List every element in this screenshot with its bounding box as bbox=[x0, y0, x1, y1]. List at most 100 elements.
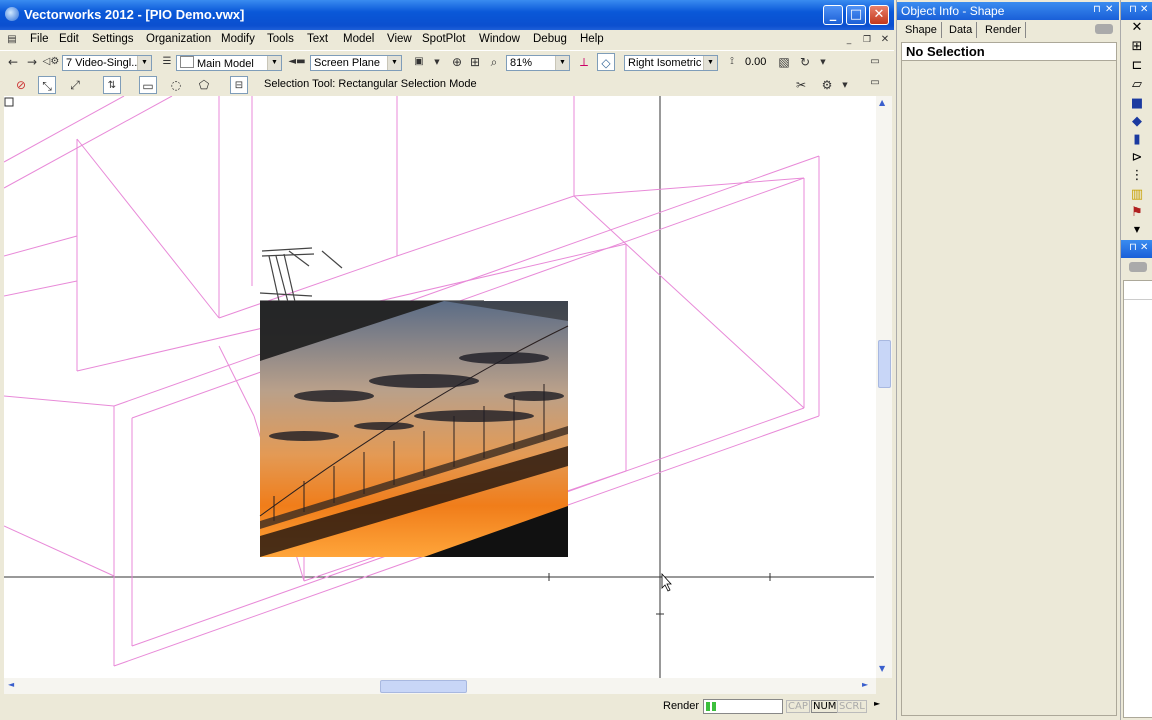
menu-text[interactable]: Text bbox=[307, 33, 328, 45]
pin-icon[interactable]: ⊓ bbox=[1093, 4, 1101, 15]
num-lock-indicator: NUM bbox=[811, 700, 839, 713]
vertical-scrollbar[interactable]: ▲ ▼ bbox=[876, 96, 892, 678]
view-bar: ← → ◁⚙ 7 Video-Singl... ▼ ☰ Main Model ▼ ◄… bbox=[0, 50, 894, 75]
multi-object-mode-icon[interactable]: ⤢ bbox=[66, 76, 84, 94]
cable-tool-icon[interactable]: ⚑ bbox=[1129, 205, 1145, 221]
tab-shape[interactable]: Shape bbox=[901, 22, 942, 38]
class-dropdown[interactable]: 7 Video-Singl... ▼ bbox=[62, 55, 152, 71]
connector-tool-icon[interactable]: ⊳ bbox=[1129, 150, 1145, 166]
doc-minimize-icon[interactable]: _ bbox=[840, 31, 858, 49]
back-icon[interactable]: ← bbox=[4, 53, 22, 71]
zoom-dropdown[interactable]: 81% ▼ bbox=[506, 55, 570, 71]
truss-tool-icon[interactable]: ✕ bbox=[1129, 20, 1145, 36]
flyover-icon[interactable]: ⟂ bbox=[575, 53, 593, 71]
pin-icon[interactable]: ⊓ bbox=[1129, 242, 1137, 253]
rectangular-selection-icon[interactable]: ▭ bbox=[139, 76, 157, 94]
pipe-tool-icon[interactable]: ⊏ bbox=[1129, 58, 1145, 74]
menu-tools[interactable]: Tools bbox=[267, 33, 294, 45]
doc-restore-icon[interactable]: ❐ bbox=[858, 31, 876, 49]
view-dropdown[interactable]: Right Isometric ▼ bbox=[624, 55, 718, 71]
chevron-down-icon[interactable]: ▼ bbox=[428, 53, 446, 71]
disable-interactive-icon[interactable]: ⊘ bbox=[12, 76, 30, 94]
render-progress-bar bbox=[703, 699, 783, 714]
video-screen-image[interactable] bbox=[259, 301, 569, 557]
truss-cross-icon[interactable]: ⊞ bbox=[1129, 39, 1145, 55]
menu-window[interactable]: Window bbox=[479, 33, 520, 45]
close-icon[interactable]: ✕ bbox=[1140, 242, 1148, 253]
menu-model[interactable]: Model bbox=[343, 33, 374, 45]
magnifier-icon[interactable]: ⌕ bbox=[485, 53, 503, 71]
drawing-svg bbox=[4, 96, 874, 678]
menu-edit[interactable]: Edit bbox=[59, 33, 79, 45]
snap-off-icon[interactable]: ✂ bbox=[792, 76, 810, 94]
scroll-down-icon[interactable]: ▼ bbox=[879, 664, 885, 673]
scroll-left-icon[interactable]: ◄ bbox=[8, 680, 14, 689]
horizontal-scroll-thumb[interactable] bbox=[380, 680, 467, 693]
menu-modify[interactable]: Modify bbox=[221, 33, 255, 45]
object-info-title-bar[interactable]: Object Info - Shape ⊓ ✕ bbox=[897, 2, 1119, 20]
gear-icon[interactable]: ⚙ bbox=[818, 76, 836, 94]
tab-data[interactable]: Data bbox=[945, 22, 978, 38]
plane-icon[interactable]: ◄▬ bbox=[288, 53, 306, 71]
render-mode-icon[interactable]: ▣ bbox=[410, 53, 428, 71]
refresh-icon[interactable]: ↻ bbox=[796, 53, 814, 71]
toggle-bar-icon[interactable]: ▭ bbox=[866, 53, 884, 71]
scroll-right-icon[interactable]: ► bbox=[862, 680, 868, 689]
minimize-button[interactable]: _ bbox=[823, 5, 843, 25]
drawing-area[interactable] bbox=[4, 96, 876, 678]
layer-dropdown[interactable]: Main Model ▼ bbox=[176, 55, 282, 71]
forward-icon[interactable]: → bbox=[23, 53, 41, 71]
view-cube-icon[interactable]: ◇ bbox=[597, 53, 615, 71]
vertical-scroll-thumb[interactable] bbox=[878, 340, 891, 388]
tab-render[interactable]: Render bbox=[981, 22, 1027, 38]
ruler-tool-icon[interactable]: ▥ bbox=[1129, 187, 1145, 203]
status-arrow-icon[interactable]: ► bbox=[874, 699, 880, 708]
rigging-tool-icon[interactable]: ⋮ bbox=[1129, 168, 1145, 184]
doc-close-icon[interactable]: ✕ bbox=[876, 31, 894, 49]
zoom-fit-icon[interactable]: ⊕ bbox=[448, 53, 466, 71]
menu-organization[interactable]: Organization bbox=[146, 33, 211, 45]
menu-settings[interactable]: Settings bbox=[92, 33, 134, 45]
close-button[interactable]: ✕ bbox=[869, 5, 889, 25]
tool-preferences-icon[interactable]: ⊟ bbox=[230, 76, 248, 94]
toggle-bar-icon[interactable]: ▭ bbox=[866, 74, 884, 92]
palette-scroll-down-icon[interactable]: ▼ bbox=[1129, 222, 1145, 238]
angle-field[interactable]: 0.00 bbox=[742, 55, 770, 71]
scroll-up-icon[interactable]: ▲ bbox=[879, 98, 885, 107]
mode-options-icon[interactable]: ⇅ bbox=[103, 76, 121, 94]
layer-options-icon[interactable]: ▧ bbox=[775, 53, 793, 71]
speaker-tool-icon[interactable]: ▮ bbox=[1129, 132, 1145, 148]
close-icon[interactable]: ✕ bbox=[1140, 4, 1148, 15]
box-tool-icon[interactable]: ■ bbox=[1129, 96, 1145, 112]
plane-tool-icon[interactable]: ▱ bbox=[1129, 77, 1145, 93]
layer-stack-icon[interactable]: ☰ bbox=[158, 53, 176, 71]
horizontal-scrollbar[interactable]: ◄ ► bbox=[4, 678, 876, 694]
palette-title-bar[interactable]: ⊓ ✕ bbox=[1121, 240, 1152, 258]
pin-icon[interactable]: ⊓ bbox=[1129, 4, 1137, 15]
menu-debug[interactable]: Debug bbox=[533, 33, 567, 45]
document-icon[interactable]: ▤ bbox=[4, 31, 20, 47]
zoom-objects-icon[interactable]: ⊞ bbox=[466, 53, 484, 71]
polygon-selection-icon[interactable]: ⬠ bbox=[195, 76, 213, 94]
chevron-down-icon: ▼ bbox=[267, 56, 281, 70]
menu-view[interactable]: View bbox=[387, 33, 412, 45]
close-icon[interactable]: ✕ bbox=[1105, 4, 1113, 15]
menu-file[interactable]: File bbox=[30, 33, 49, 45]
mode-bar: ⊘ ⤡ ⤢ ⇅ ▭ ◌ ⬠ ⊟ Selection Tool: Rectangu… bbox=[0, 74, 894, 96]
maximize-button[interactable]: □ bbox=[846, 5, 866, 25]
screen-tool-icon[interactable]: ◆ bbox=[1129, 114, 1145, 130]
menu-spotplot[interactable]: SpotPlot bbox=[422, 33, 465, 45]
palette-title-bar[interactable]: ⊓ ✕ bbox=[1121, 2, 1152, 20]
palette-menu-icon[interactable] bbox=[1129, 262, 1147, 272]
menu-help[interactable]: Help bbox=[580, 33, 604, 45]
chevron-down-icon[interactable]: ▼ bbox=[814, 53, 832, 71]
palette-menu-icon[interactable] bbox=[1095, 24, 1113, 34]
angle-icon[interactable]: ⟟ bbox=[723, 53, 741, 71]
single-object-mode-icon[interactable]: ⤡ bbox=[38, 76, 56, 94]
vectorworks-app-icon[interactable] bbox=[5, 7, 19, 21]
plane-dropdown[interactable]: Screen Plane ▼ bbox=[310, 55, 402, 71]
chevron-down-icon[interactable]: ▼ bbox=[836, 76, 854, 94]
chevron-down-icon: ▼ bbox=[387, 56, 401, 70]
class-options-icon[interactable]: ◁⚙ bbox=[42, 53, 60, 71]
lasso-selection-icon[interactable]: ◌ bbox=[167, 76, 185, 94]
